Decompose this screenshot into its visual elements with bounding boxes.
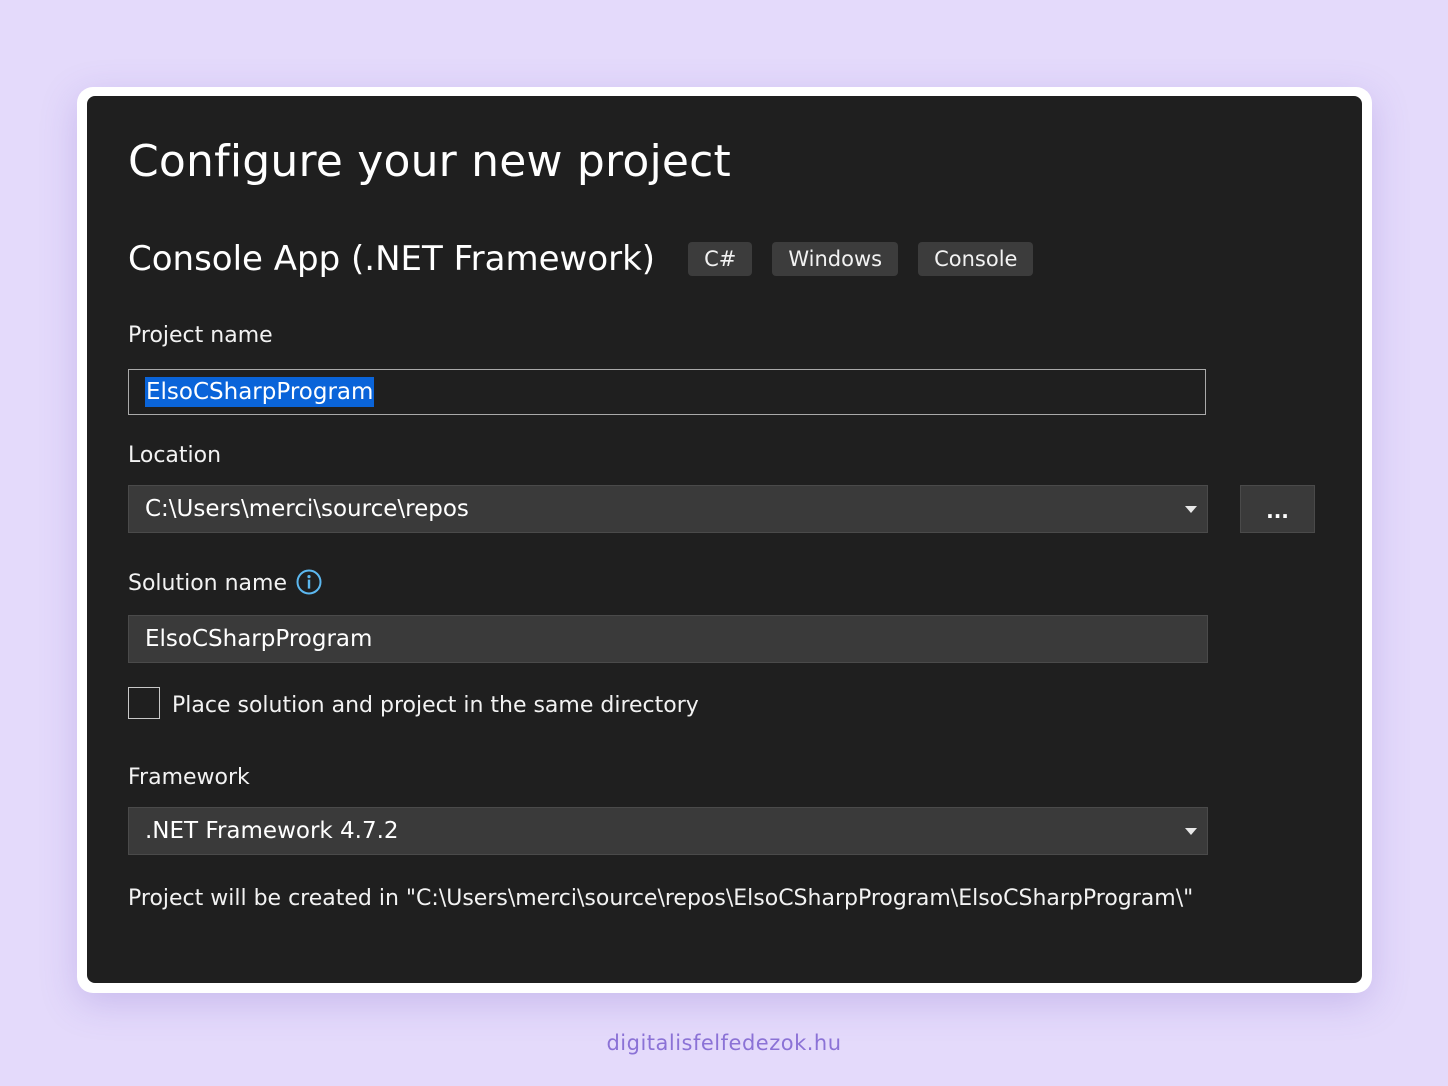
framework-combobox[interactable]: .NET Framework 4.7.2	[128, 807, 1208, 855]
solution-name-input[interactable]: ElsoCSharpProgram	[128, 615, 1208, 663]
location-value: C:\Users\merci\source\repos	[145, 496, 469, 522]
same-directory-label[interactable]: Place solution and project in the same d…	[172, 691, 699, 721]
dropdown-arrow-icon[interactable]	[1185, 506, 1197, 513]
location-label: Location	[128, 443, 222, 468]
location-combobox[interactable]: C:\Users\merci\source\repos	[128, 485, 1208, 533]
configure-project-dialog: Configure your new project Console App (…	[87, 96, 1362, 983]
framework-label: Framework	[128, 765, 250, 790]
same-directory-option[interactable]: Place solution and project in the same d…	[128, 686, 699, 720]
solution-name-label-row: Solution name	[128, 569, 322, 599]
project-name-value: ElsoCSharpProgram	[145, 377, 375, 407]
solution-name-value: ElsoCSharpProgram	[145, 626, 373, 652]
project-name-label: Project name	[128, 323, 273, 348]
template-name: Console App (.NET Framework)	[128, 239, 656, 279]
tag-platform: Windows	[772, 242, 899, 276]
dialog-title: Configure your new project	[128, 136, 732, 187]
dropdown-arrow-icon[interactable]	[1185, 828, 1197, 835]
browse-location-button[interactable]: ...	[1240, 485, 1315, 533]
solution-name-label: Solution name	[128, 571, 288, 596]
project-name-input[interactable]: ElsoCSharpProgram	[128, 369, 1206, 415]
template-header: Console App (.NET Framework) C# Windows …	[128, 236, 1053, 282]
info-icon[interactable]	[296, 569, 322, 595]
tag-project-type: Console	[918, 242, 1034, 276]
same-directory-checkbox[interactable]	[128, 687, 160, 719]
tag-language: C#	[688, 242, 753, 276]
project-path-note: Project will be created in "C:\Users\mer…	[128, 886, 1194, 911]
framework-value: .NET Framework 4.7.2	[145, 818, 399, 844]
site-credit: digitalisfelfedezok.hu	[606, 1031, 842, 1055]
